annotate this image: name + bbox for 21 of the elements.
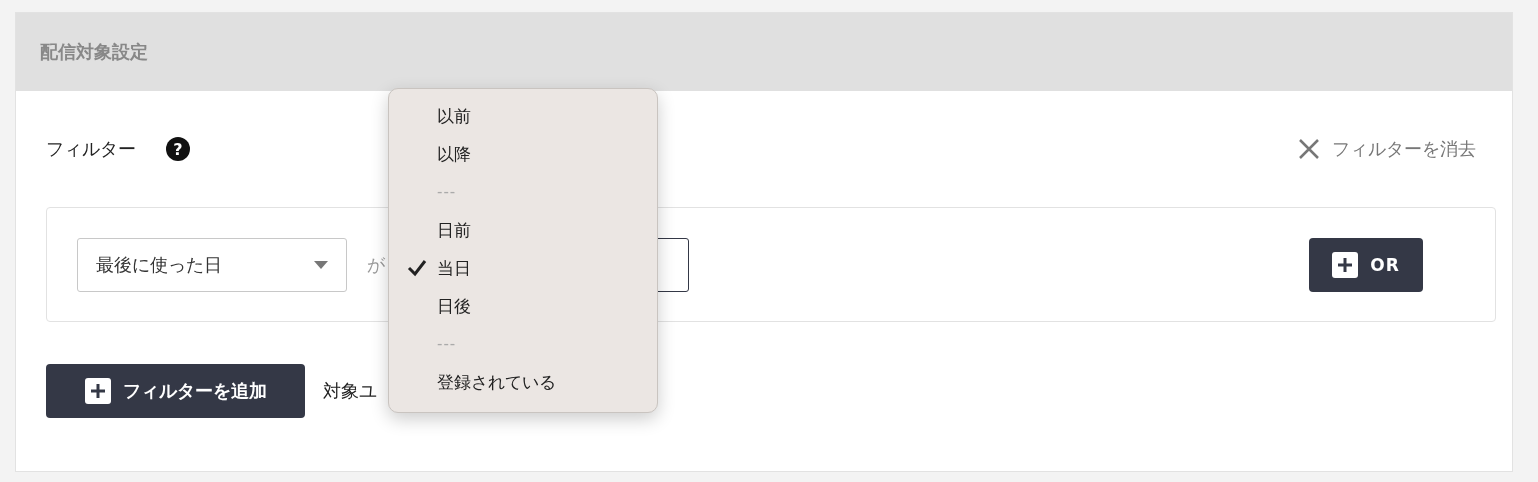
plus-icon xyxy=(1332,251,1359,278)
caret-icon xyxy=(314,260,328,269)
menu-option[interactable]: 以降 xyxy=(389,135,657,173)
panel-title: 配信対象設定 xyxy=(40,40,148,64)
menu-option[interactable]: 登録されている xyxy=(389,363,657,401)
add-filter-button[interactable]: フィルターを追加 xyxy=(46,364,305,418)
field-select[interactable]: 最後に使った日 xyxy=(77,237,347,292)
filter-label: フィルター xyxy=(46,137,136,161)
close-icon xyxy=(1298,138,1320,160)
particle-text: が xyxy=(367,252,385,277)
menu-option[interactable]: 以前 xyxy=(389,97,657,135)
separator-text: --- xyxy=(437,335,457,353)
menu-option[interactable]: 日前 xyxy=(389,211,657,249)
separator-text: --- xyxy=(437,183,457,201)
help-icon[interactable]: ? xyxy=(166,137,190,161)
plus-icon xyxy=(84,378,111,404)
menu-option[interactable]: 日後 xyxy=(389,287,657,325)
menu-option[interactable]: 当日 xyxy=(389,249,657,287)
or-button[interactable]: OR xyxy=(1309,237,1423,292)
target-label: 対象ユ xyxy=(323,379,377,403)
clear-filter-button[interactable]: フィルターを消去 xyxy=(1298,137,1476,161)
